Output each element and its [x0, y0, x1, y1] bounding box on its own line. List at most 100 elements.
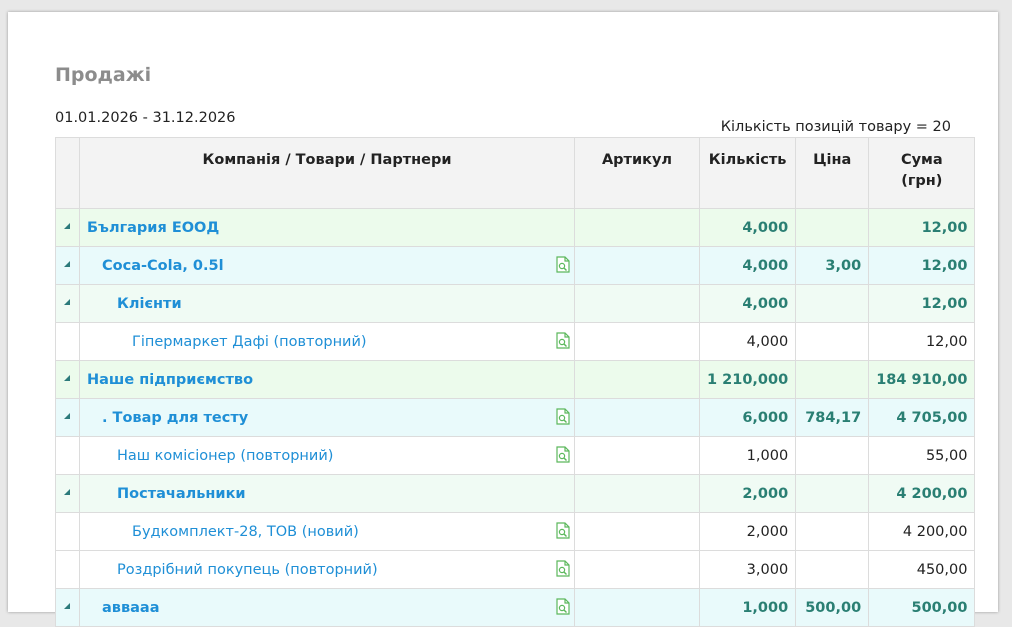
header-article[interactable]: Артикул	[574, 137, 700, 209]
row-toggle-cell	[55, 436, 80, 475]
row-price	[795, 360, 870, 399]
table-row[interactable]: България ЕООД 4,000 12,00	[55, 208, 976, 247]
row-price	[795, 284, 870, 323]
row-name-link[interactable]: Роздрібний покупець (повторний)	[87, 562, 378, 578]
document-search-icon[interactable]	[556, 408, 570, 425]
row-sum: 55,00	[868, 436, 976, 475]
row-article	[574, 360, 700, 399]
row-toggle-cell	[55, 512, 80, 551]
row-sum: 12,00	[868, 322, 976, 361]
table-row[interactable]: Постачальники 2,000 4 200,00	[55, 474, 976, 513]
row-article	[574, 550, 700, 589]
document-search-icon[interactable]	[556, 560, 570, 577]
row-name-link[interactable]: Клієнти	[87, 296, 182, 312]
collapse-triangle-icon[interactable]	[63, 412, 70, 419]
row-name-cell: България ЕООД	[79, 208, 575, 247]
row-sum: 12,00	[868, 246, 976, 285]
collapse-triangle-icon[interactable]	[63, 374, 70, 381]
report-period: 01.01.2026 - 31.12.2026	[55, 110, 236, 126]
row-price	[795, 322, 870, 361]
row-name-link[interactable]: аввааа	[87, 600, 160, 616]
row-price	[795, 474, 870, 513]
header-sum[interactable]: Сума (грн)	[868, 137, 976, 209]
row-name-cell: Coca-Cola, 0.5l	[79, 246, 575, 285]
row-toggle-cell[interactable]	[55, 284, 80, 323]
row-name-cell: Роздрібний покупець (повторний)	[79, 550, 575, 589]
table-row[interactable]: Наше підприємство 1 210,000 184 910,00	[55, 360, 976, 399]
row-name-link[interactable]: България ЕООД	[87, 220, 219, 236]
row-qty: 4,000	[698, 208, 797, 247]
row-name-link[interactable]: Будкомплект-28, ТОВ (новий)	[87, 524, 359, 540]
document-search-icon[interactable]	[556, 446, 570, 463]
collapse-triangle-icon[interactable]	[63, 298, 70, 305]
row-qty: 4,000	[698, 322, 797, 361]
row-qty: 3,000	[698, 550, 797, 589]
table-row[interactable]: Клієнти 4,000 12,00	[55, 284, 976, 323]
collapse-triangle-icon[interactable]	[63, 222, 70, 229]
row-article	[574, 436, 700, 475]
row-qty: 1 210,000	[698, 360, 797, 399]
header-sum-line1: Сума	[900, 152, 943, 168]
collapse-triangle-icon[interactable]	[63, 602, 70, 609]
row-article	[574, 474, 700, 513]
header-qty[interactable]: Кількість	[698, 137, 797, 209]
document-search-icon[interactable]	[556, 598, 570, 615]
table-header-row: Компанія / Товари / Партнери Артикул Кіл…	[55, 137, 976, 209]
row-name-cell: Гіпермаркет Дафі (повторний)	[79, 322, 575, 361]
row-name-cell: . Товар для тесту	[79, 398, 575, 437]
row-article	[574, 398, 700, 437]
table-row[interactable]: Роздрібний покупець (повторний) 3,000 450,…	[55, 550, 976, 589]
table-row[interactable]: аввааа 1,000 500,00 500,00	[55, 588, 976, 627]
row-name-link[interactable]: Coca-Cola, 0.5l	[87, 258, 224, 274]
row-name-cell: Клієнти	[79, 284, 575, 323]
row-sum: 12,00	[868, 208, 976, 247]
row-toggle-cell	[55, 322, 80, 361]
row-toggle-cell[interactable]	[55, 588, 80, 627]
row-name-link[interactable]: Наш комісіонер (повторний)	[87, 448, 333, 464]
row-toggle-cell[interactable]	[55, 360, 80, 399]
row-qty: 4,000	[698, 284, 797, 323]
row-name-cell: Будкомплект-28, ТОВ (новий)	[79, 512, 575, 551]
row-name-cell: аввааа	[79, 588, 575, 627]
row-toggle-cell[interactable]	[55, 246, 80, 285]
row-toggle-cell	[55, 550, 80, 589]
report-page: Продажі 01.01.2026 - 31.12.2026 Кількіст…	[8, 12, 998, 627]
row-toggle-cell[interactable]	[55, 398, 80, 437]
items-count-note: Кількість позицій товару = 20	[720, 119, 951, 135]
header-sum-line2: (грн)	[901, 173, 943, 189]
row-article	[574, 246, 700, 285]
row-name-cell: Наше підприємство	[79, 360, 575, 399]
collapse-triangle-icon[interactable]	[63, 260, 70, 267]
row-toggle-cell[interactable]	[55, 208, 80, 247]
table-row[interactable]: Coca-Cola, 0.5l 4,000 3,00 12,00	[55, 246, 976, 285]
row-article	[574, 512, 700, 551]
row-qty: 4,000	[698, 246, 797, 285]
row-name-link[interactable]: Постачальники	[87, 486, 246, 502]
table-row[interactable]: Будкомплект-28, ТОВ (новий) 2,000 4 200,00	[55, 512, 976, 551]
row-sum: 12,00	[868, 284, 976, 323]
row-sum: 184 910,00	[868, 360, 976, 399]
row-sum: 450,00	[868, 550, 976, 589]
collapse-triangle-icon[interactable]	[63, 488, 70, 495]
row-price	[795, 512, 870, 551]
row-qty: 2,000	[698, 512, 797, 551]
table-row[interactable]: Наш комісіонер (повторний) 1,000 55,00	[55, 436, 976, 475]
table-row[interactable]: . Товар для тесту 6,000 784,17 4 705,00	[55, 398, 976, 437]
header-price[interactable]: Ціна	[795, 137, 870, 209]
row-qty: 6,000	[698, 398, 797, 437]
document-search-icon[interactable]	[556, 522, 570, 539]
row-toggle-cell[interactable]	[55, 474, 80, 513]
report-title: Продажі	[55, 64, 152, 86]
row-name-link[interactable]: Наше підприємство	[87, 372, 253, 388]
row-price	[795, 550, 870, 589]
document-search-icon[interactable]	[556, 332, 570, 349]
header-name[interactable]: Компанія / Товари / Партнери	[79, 137, 575, 209]
row-name-link[interactable]: . Товар для тесту	[87, 410, 248, 426]
row-qty: 1,000	[698, 436, 797, 475]
document-search-icon[interactable]	[556, 256, 570, 273]
table-row[interactable]: Гіпермаркет Дафі (повторний) 4,000 12,00	[55, 322, 976, 361]
row-name-link[interactable]: Гіпермаркет Дафі (повторний)	[87, 334, 367, 350]
row-article	[574, 322, 700, 361]
row-article	[574, 588, 700, 627]
row-name-cell: Постачальники	[79, 474, 575, 513]
